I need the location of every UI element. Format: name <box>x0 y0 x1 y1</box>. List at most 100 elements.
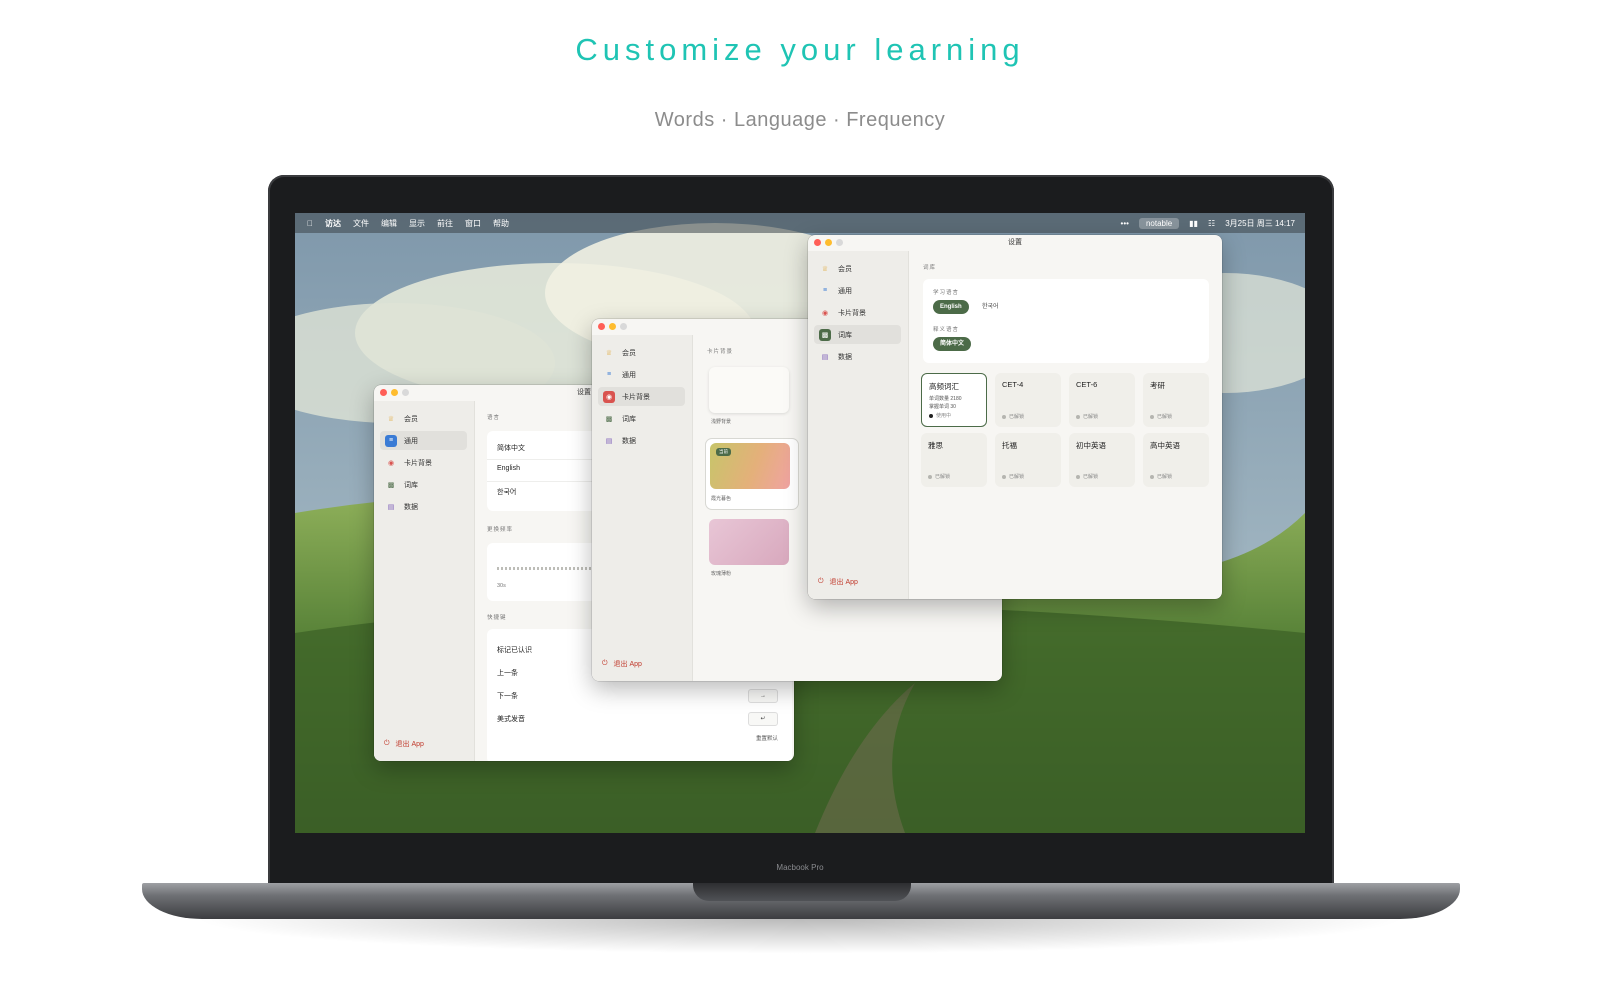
background-caption: 玫瑰薄粉 <box>711 571 732 577</box>
sidebar-item-general[interactable]: ≡ 通用 <box>380 431 467 450</box>
study-language-label: 学习语言 <box>933 290 960 296</box>
language-section-label: 语言 <box>487 415 501 421</box>
lexicon-card-postgraduate[interactable]: 考研 已解锁 <box>1143 373 1209 427</box>
shortcut-label-us-pronunciation: 美式发音 <box>497 716 525 723</box>
sidebar-item-label: 通用 <box>838 287 852 295</box>
power-icon: ⏻ <box>602 660 608 667</box>
crown-icon: ♕ <box>387 415 395 423</box>
sidebar-item-general[interactable]: ≡ 通用 <box>598 365 685 384</box>
zoom-button[interactable] <box>836 239 843 246</box>
sidebar-item-lexicon[interactable]: ▩ 词库 <box>598 409 685 428</box>
background-option-plain[interactable] <box>709 367 789 413</box>
lexicon-name: 雅思 <box>928 441 943 450</box>
lexicon-status: 已解锁 <box>1076 473 1098 480</box>
lexicon-card-cet4[interactable]: CET-4 已解锁 <box>995 373 1061 427</box>
window-controls <box>598 323 627 330</box>
menu-view[interactable]: 显示 <box>409 218 425 229</box>
lexicon-name: CET-4 <box>1002 380 1024 389</box>
chart-icon: ▩ <box>819 328 831 341</box>
control-center-icon[interactable]: ☷ <box>1208 219 1215 228</box>
close-button[interactable] <box>598 323 605 330</box>
sidebar-item-general[interactable]: ≡ 通用 <box>814 281 901 300</box>
menu-go[interactable]: 前往 <box>437 218 453 229</box>
lexicon-status-label: 已解锁 <box>1083 474 1099 480</box>
sidebar-item-card-background[interactable]: ◉ 卡片背景 <box>380 453 467 472</box>
minimize-button[interactable] <box>825 239 832 246</box>
sidebar-item-data[interactable]: ▤ 数据 <box>598 431 685 450</box>
sidebar-item-card-background[interactable]: ◉ 卡片背景 <box>598 387 685 406</box>
logout-button[interactable]: ⏻ 退出 App <box>602 659 642 669</box>
laptop-model-label: Macbook Pro <box>776 863 824 872</box>
lexicon-card-high-frequency[interactable]: 高频词汇 单词数量 2180 掌握单词 30 使用中 <box>921 373 987 427</box>
language-option-en[interactable]: English <box>497 465 520 472</box>
window-controls <box>380 389 409 396</box>
menu-file[interactable]: 文件 <box>353 218 369 229</box>
frequency-slider[interactable] <box>497 567 607 570</box>
lexicon-card-senior-high[interactable]: 高中英语 已解锁 <box>1143 433 1209 487</box>
apple-icon[interactable]:  <box>307 219 313 228</box>
sidebar-item-label: 词库 <box>622 415 636 423</box>
sidebar-item-data[interactable]: ▤ 数据 <box>814 347 901 366</box>
background-option-rose[interactable] <box>709 519 789 565</box>
language-option-ko[interactable]: 한국어 <box>497 487 516 497</box>
minimize-button[interactable] <box>391 389 398 396</box>
palette-icon: ◉ <box>603 390 615 403</box>
palette-icon: ◉ <box>387 459 395 467</box>
lexicon-status: 已解锁 <box>1002 473 1024 480</box>
lexicon-status: 已解锁 <box>1150 473 1172 480</box>
zoom-button[interactable] <box>620 323 627 330</box>
minimize-button[interactable] <box>609 323 616 330</box>
logout-button[interactable]: ⏻ 退出 App <box>384 739 424 749</box>
menu-finder[interactable]: 访达 <box>325 218 341 229</box>
hero-title: Customize your learning <box>575 32 1025 67</box>
sidebar-item-lexicon[interactable]: ▩ 词库 <box>380 475 467 494</box>
laptop-screen:  访达 文件 编辑 显示 前往 窗口 帮助 ••• notable ▮▮ ☷ … <box>295 213 1305 833</box>
language-option-zh[interactable]: 简体中文 <box>497 443 525 453</box>
lexicon-card-toefl[interactable]: 托福 已解锁 <box>995 433 1061 487</box>
lexicon-status-label: 已解锁 <box>1157 414 1173 420</box>
database-icon: ▤ <box>387 503 395 511</box>
lexicon-status: 已解锁 <box>1076 413 1098 420</box>
shortcut-key-next[interactable]: → <box>748 689 778 703</box>
lexicon-card-cet6[interactable]: CET-6 已解锁 <box>1069 373 1135 427</box>
lexicon-name: 托福 <box>1002 441 1017 450</box>
sidebar-item-membership[interactable]: ♕ 会员 <box>814 259 901 278</box>
study-language-chip-english[interactable]: English <box>933 300 969 314</box>
more-status-icon[interactable]: ••• <box>1121 219 1129 228</box>
sidebar-item-label: 词库 <box>404 481 418 489</box>
lexicon-card-junior-high[interactable]: 初中英语 已解锁 <box>1069 433 1135 487</box>
laptop-notch <box>693 883 911 901</box>
lexicon-status-label: 已解锁 <box>1009 474 1025 480</box>
status-dot <box>1002 414 1006 419</box>
zoom-button[interactable] <box>402 389 409 396</box>
list-icon: ≡ <box>606 371 612 378</box>
menu-edit[interactable]: 编辑 <box>381 218 397 229</box>
power-icon: ⏻ <box>818 578 824 585</box>
battery-icon[interactable]: ▮▮ <box>1189 219 1198 228</box>
menu-help[interactable]: 帮助 <box>493 218 509 229</box>
close-button[interactable] <box>380 389 387 396</box>
sidebar-item-lexicon[interactable]: ▩ 词库 <box>814 325 901 344</box>
sidebar-item-label: 会员 <box>838 265 852 273</box>
frequency-section-label: 更换频率 <box>487 527 514 533</box>
reset-defaults-button[interactable]: 重置默认 <box>756 734 778 742</box>
lexicon-section-label: 词库 <box>923 265 937 271</box>
settings-sidebar: ♕ 会员 ≡ 通用 ◉ 卡片背景 ▩ 词库 ▤ 数据 ⏻ 退出 App <box>808 251 909 599</box>
lexicon-card-ielts[interactable]: 雅思 已解锁 <box>921 433 987 487</box>
study-language-chip-korean[interactable]: 한국어 <box>975 300 1006 314</box>
background-option-dusk[interactable]: 当前 <box>710 443 790 489</box>
menubar-datetime[interactable]: 3月25日 周三 14:17 <box>1225 218 1295 229</box>
shortcut-key-us-pronunciation[interactable]: ↵ <box>748 712 778 726</box>
menu-window[interactable]: 窗口 <box>465 218 481 229</box>
hero-subtitle: Words · Language · Frequency <box>654 109 946 131</box>
sidebar-item-membership[interactable]: ♕ 会员 <box>598 343 685 362</box>
sidebar-item-card-background[interactable]: ◉ 卡片背景 <box>814 303 901 322</box>
sidebar-item-membership[interactable]: ♕ 会员 <box>380 409 467 428</box>
notable-status-item[interactable]: notable <box>1138 217 1180 229</box>
lexicon-status: 已解锁 <box>1002 413 1024 420</box>
crown-icon: ♕ <box>605 349 613 357</box>
sidebar-item-data[interactable]: ▤ 数据 <box>380 497 467 516</box>
explain-language-chip-chinese[interactable]: 简体中文 <box>933 337 972 351</box>
close-button[interactable] <box>814 239 821 246</box>
logout-button[interactable]: ⏻ 退出 App <box>818 577 858 587</box>
